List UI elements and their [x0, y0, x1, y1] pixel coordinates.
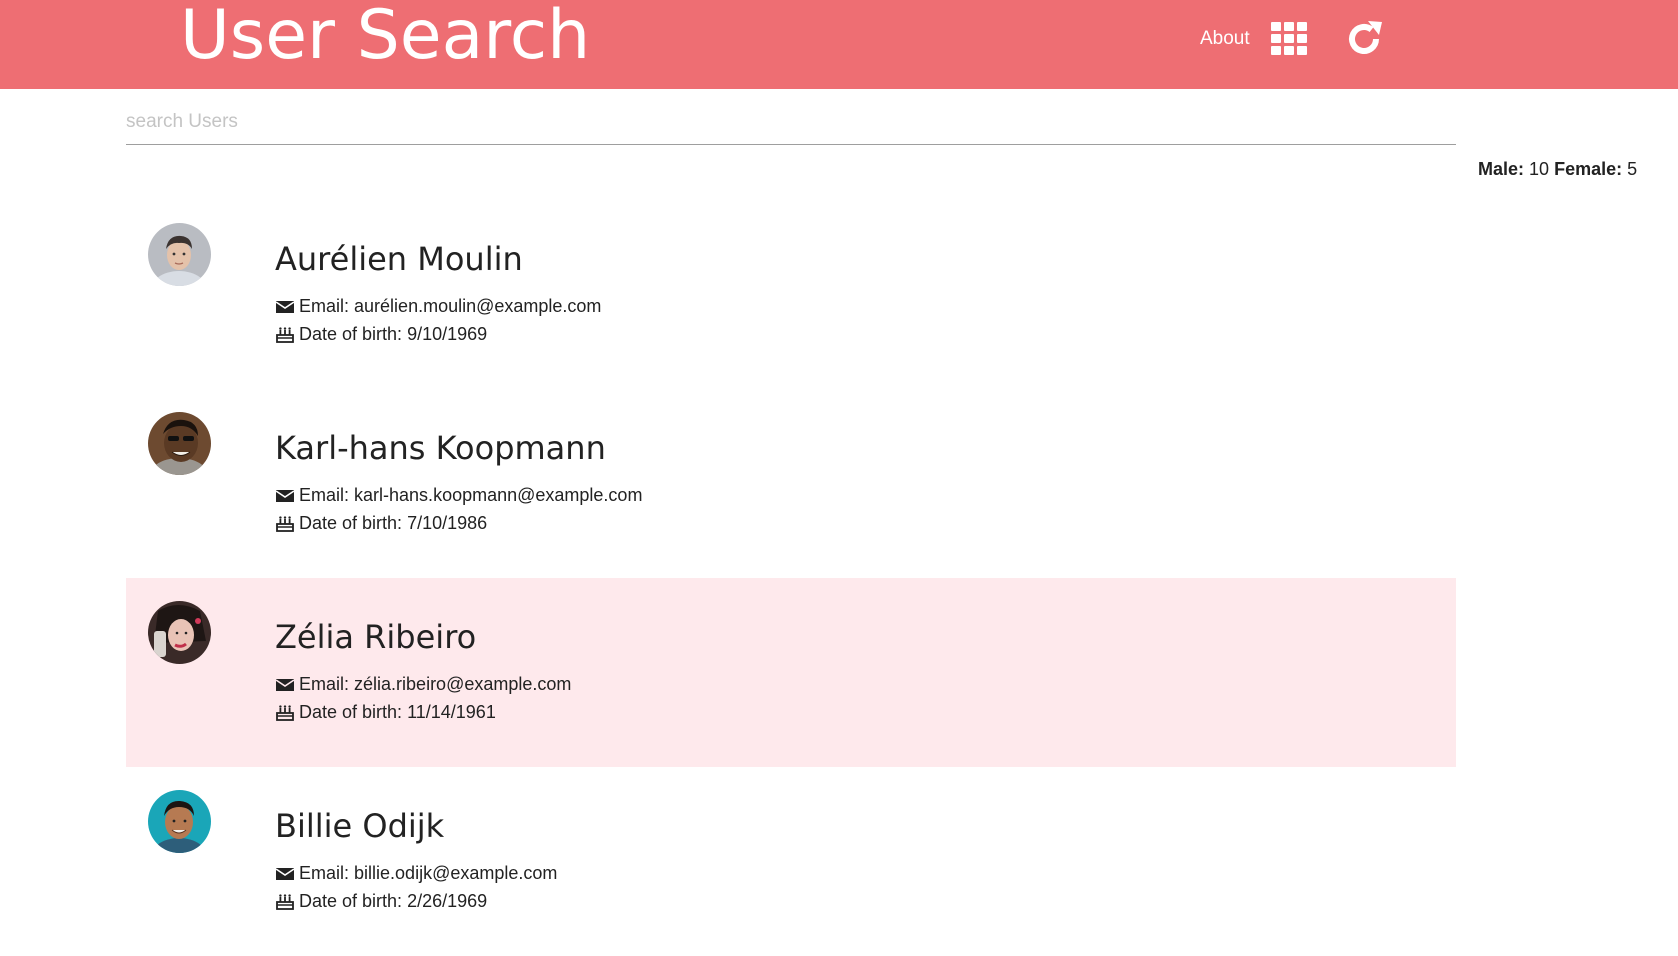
- user-card[interactable]: Zélia Ribeiro Email: zélia.ribeiro@examp…: [126, 578, 1456, 767]
- user-email: Email: zélia.ribeiro@example.com: [275, 674, 571, 695]
- user-dob: Date of birth: 7/10/1986: [275, 513, 487, 534]
- email-label: Email:: [299, 485, 350, 505]
- user-dob: Date of birth: 2/26/1969: [275, 891, 487, 912]
- search-input[interactable]: [126, 100, 1456, 145]
- user-card[interactable]: Aurélien Moulin Email: aurélien.moulin@e…: [126, 200, 1456, 389]
- email-label: Email:: [299, 296, 350, 316]
- avatar: [148, 412, 211, 475]
- male-label: Male:: [1478, 159, 1525, 179]
- avatar: [148, 601, 211, 664]
- email-value: karl-hans.koopmann@example.com: [354, 485, 643, 505]
- refresh-icon[interactable]: [1343, 18, 1385, 60]
- user-card[interactable]: Karl-hans Koopmann Email: karl-hans.koop…: [126, 389, 1456, 578]
- dob-label: Date of birth:: [299, 324, 403, 344]
- email-label: Email:: [299, 674, 350, 694]
- dob-label: Date of birth:: [299, 891, 403, 911]
- user-name: Zélia Ribeiro: [275, 618, 477, 656]
- dob-label: Date of birth:: [299, 702, 403, 722]
- dob-label: Date of birth:: [299, 513, 403, 533]
- envelope-icon: [275, 866, 295, 882]
- envelope-icon: [275, 299, 295, 315]
- male-count: 10: [1529, 159, 1550, 179]
- user-card[interactable]: Billie Odijk Email: billie.odijk@example…: [126, 767, 1456, 956]
- dob-value: 2/26/1969: [407, 891, 488, 911]
- user-name: Billie Odijk: [275, 807, 445, 845]
- user-name: Karl-hans Koopmann: [275, 429, 606, 467]
- apps-grid-icon[interactable]: [1271, 22, 1309, 56]
- female-count: 5: [1627, 159, 1638, 179]
- birthday-cake-icon: [275, 515, 295, 532]
- dob-value: 7/10/1986: [407, 513, 488, 533]
- email-value: billie.odijk@example.com: [354, 863, 558, 883]
- female-label: Female:: [1554, 159, 1623, 179]
- user-email: Email: karl-hans.koopmann@example.com: [275, 485, 642, 506]
- envelope-icon: [275, 677, 295, 693]
- app-title: User Search: [180, 0, 591, 75]
- birthday-cake-icon: [275, 704, 295, 721]
- search-bar: [126, 100, 1456, 146]
- email-value: zélia.ribeiro@example.com: [354, 674, 572, 694]
- birthday-cake-icon: [275, 326, 295, 343]
- user-email: Email: billie.odijk@example.com: [275, 863, 557, 884]
- avatar: [148, 790, 211, 853]
- email-label: Email:: [299, 863, 350, 883]
- envelope-icon: [275, 488, 295, 504]
- user-name: Aurélien Moulin: [275, 240, 523, 278]
- birthday-cake-icon: [275, 893, 295, 910]
- app-header: User Search About: [0, 0, 1678, 89]
- user-email: Email: aurélien.moulin@example.com: [275, 296, 601, 317]
- user-dob: Date of birth: 11/14/1961: [275, 702, 496, 723]
- gender-stats: Male: 10 Female: 5: [1478, 159, 1637, 180]
- dob-value: 11/14/1961: [407, 702, 496, 722]
- dob-value: 9/10/1969: [407, 324, 488, 344]
- user-dob: Date of birth: 9/10/1969: [275, 324, 487, 345]
- email-value: aurélien.moulin@example.com: [354, 296, 602, 316]
- avatar: [148, 223, 211, 286]
- about-link[interactable]: About: [1200, 28, 1250, 50]
